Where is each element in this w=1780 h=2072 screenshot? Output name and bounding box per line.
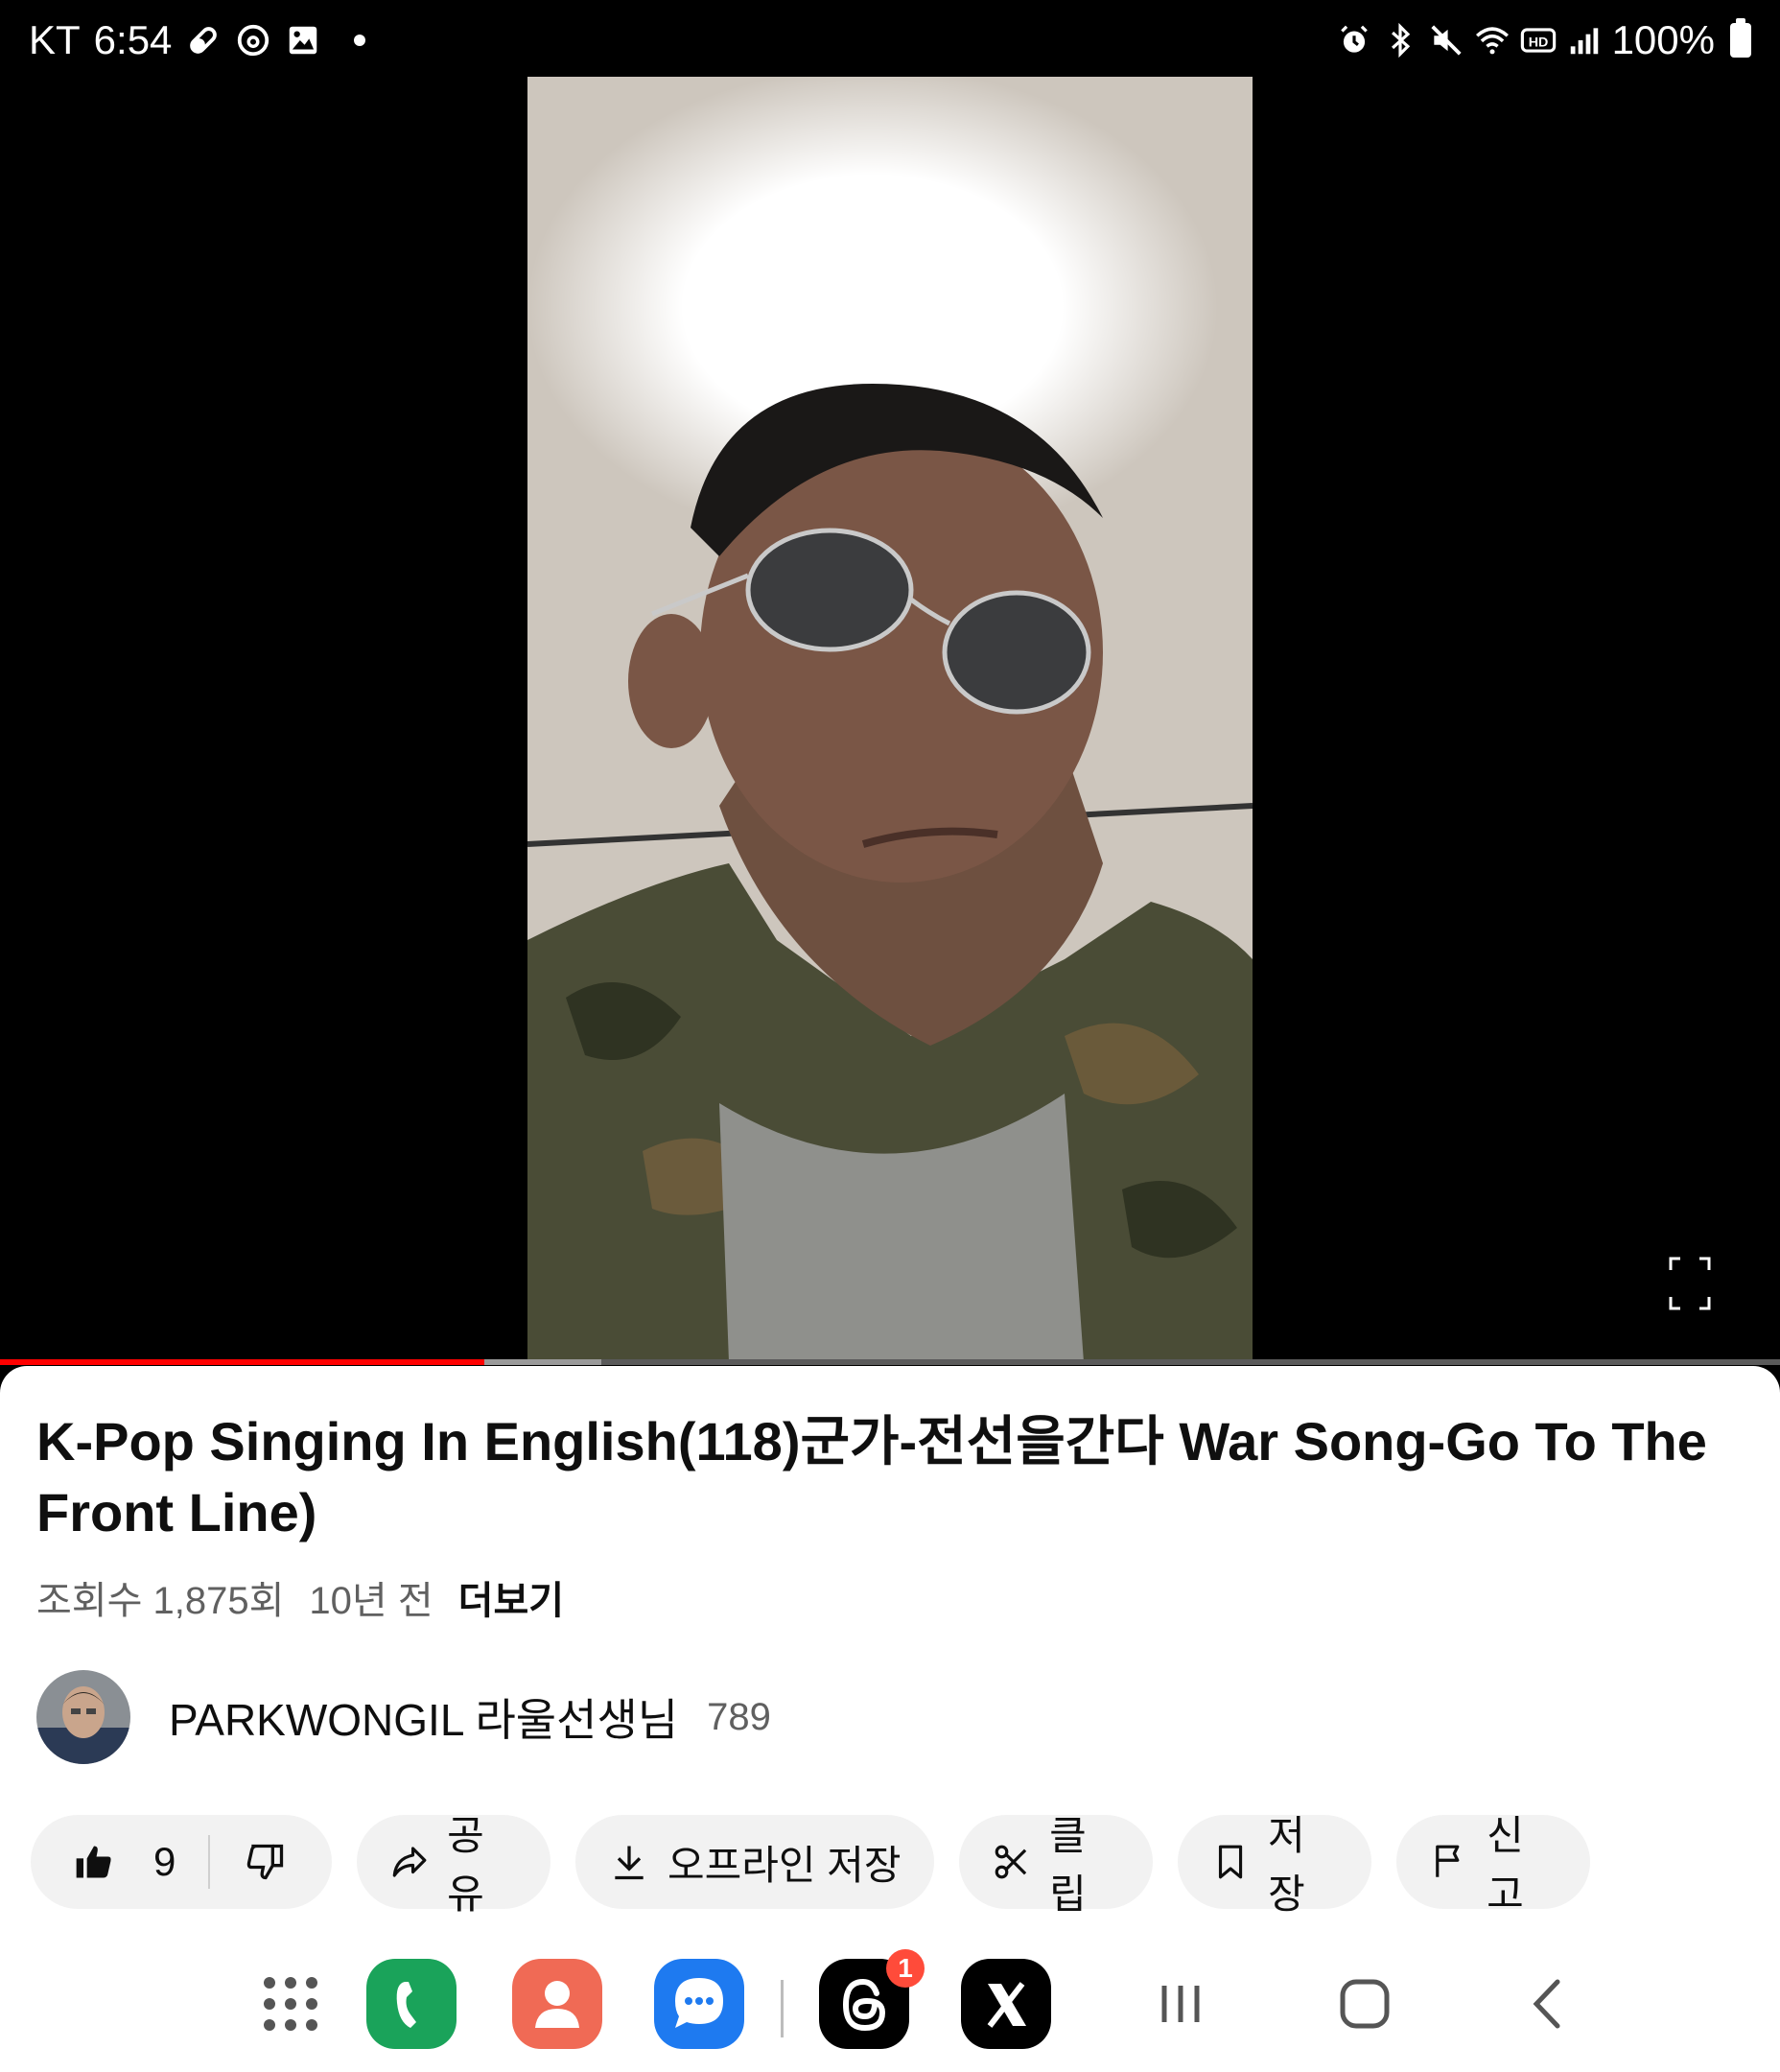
- report-button[interactable]: 신고: [1396, 1813, 1590, 1917]
- signal-icon: [1570, 28, 1598, 55]
- subscriber-count: 789: [707, 1695, 771, 1738]
- bluetooth-icon: [1391, 22, 1410, 59]
- battery-percent: 100%: [1611, 17, 1715, 62]
- navigation-bar: 1: [0, 1945, 1780, 2072]
- hd-icon: HD: [1520, 28, 1556, 53]
- more-button[interactable]: 더보기: [458, 1569, 564, 1625]
- video-content-image: [527, 77, 1253, 1362]
- video-meta[interactable]: 조회수 1,875회 10년 전 더보기: [36, 1569, 564, 1625]
- share-label: 공유: [447, 1813, 484, 1917]
- view-count: 조회수 1,875회: [36, 1580, 285, 1622]
- clip-button[interactable]: 클립: [959, 1813, 1153, 1917]
- mute-icon: [1430, 25, 1462, 56]
- scissors-icon: [995, 1845, 1027, 1879]
- contacts-app-icon[interactable]: [512, 1959, 602, 2049]
- thumbs-up-icon[interactable]: [73, 1841, 115, 1883]
- channel-name[interactable]: PARKWONGIL 라울선생님: [169, 1685, 678, 1749]
- clock: 6:54: [93, 17, 173, 62]
- wifi-icon: [1475, 27, 1509, 55]
- nav-divider: [781, 1980, 784, 2037]
- offline-save-button[interactable]: 오프라인 저장: [575, 1815, 934, 1909]
- threads-icon: [238, 24, 269, 57]
- download-icon: [615, 1846, 644, 1880]
- save-label: 저장: [1268, 1813, 1305, 1917]
- svg-text:HD: HD: [1528, 35, 1548, 50]
- share-button[interactable]: 공유: [357, 1813, 550, 1917]
- action-bar: 9 공유 오프라인 저장 클립 저장 신고: [31, 1813, 1590, 1917]
- channel-row[interactable]: PARKWONGIL 라울선생님 789: [36, 1669, 771, 1765]
- phone-app-icon[interactable]: [366, 1959, 457, 2049]
- like-divider: [208, 1835, 211, 1889]
- threads-notification-badge: 1: [886, 1949, 925, 1988]
- battery-icon: [1730, 18, 1751, 58]
- status-bar: KT 6:54 HD 100%: [0, 0, 1780, 77]
- home-icon[interactable]: [1320, 1959, 1410, 2049]
- video-title[interactable]: K-Pop Singing In English(118)군가-전선을간다 Wa…: [36, 1406, 1724, 1548]
- pill-icon: [190, 27, 218, 54]
- thumbs-down-icon[interactable]: [245, 1841, 287, 1883]
- share-icon: [392, 1847, 427, 1877]
- x-app-icon[interactable]: [961, 1959, 1051, 2049]
- video-frame[interactable]: [527, 77, 1253, 1362]
- save-button[interactable]: 저장: [1178, 1813, 1371, 1917]
- progress-played: [0, 1359, 484, 1365]
- offline-save-label: 오프라인 저장: [668, 1842, 902, 1888]
- back-icon[interactable]: [1504, 1959, 1594, 2049]
- progress-bar[interactable]: [0, 1359, 1780, 1365]
- notification-dot: [354, 35, 366, 46]
- fullscreen-icon[interactable]: [1669, 1257, 1711, 1310]
- alarm-icon: [1340, 25, 1368, 53]
- like-dislike-chip: 9: [31, 1815, 332, 1909]
- clip-label: 클립: [1049, 1813, 1087, 1917]
- gallery-icon: [290, 26, 317, 55]
- report-label: 신고: [1487, 1813, 1524, 1917]
- upload-age: 10년 전: [309, 1580, 433, 1622]
- recents-icon[interactable]: [1136, 1959, 1226, 2049]
- video-player[interactable]: [0, 77, 1780, 1362]
- apps-grid-icon[interactable]: [246, 1959, 336, 2049]
- messages-app-icon[interactable]: [654, 1959, 744, 2049]
- channel-avatar[interactable]: [36, 1670, 130, 1764]
- carrier-label: KT: [29, 17, 81, 62]
- like-count[interactable]: 9: [153, 1839, 176, 1885]
- bookmark-icon: [1218, 1845, 1243, 1879]
- flag-icon: [1436, 1845, 1460, 1877]
